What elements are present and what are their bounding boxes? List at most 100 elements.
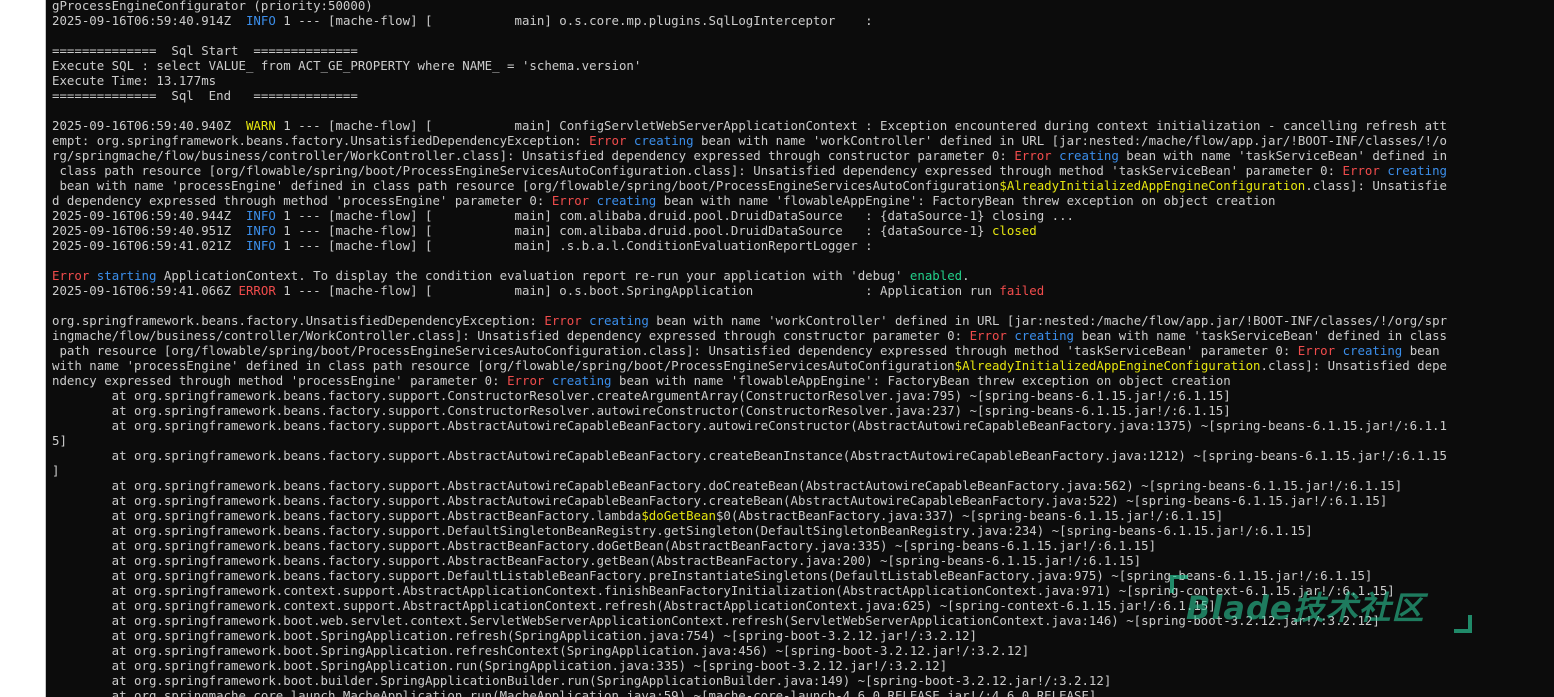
log-segment: creating: [1387, 163, 1448, 178]
log-line: Execute SQL : select VALUE_ from ACT_GE_…: [52, 58, 1552, 73]
log-segment: creating: [551, 373, 612, 388]
log-segment: 1 --- [mache-flow] [ main] .s.b.a.l.Cond…: [275, 238, 873, 253]
log-segment: WARN: [245, 118, 276, 133]
log-line: ]: [52, 463, 1552, 478]
log-line: empt: org.springframework.beans.factory.…: [52, 133, 1552, 148]
log-line: class path resource [org/flowable/spring…: [52, 163, 1552, 178]
log-line: ingmache/flow/business/controller/WorkCo…: [52, 328, 1552, 343]
log-segment: bean with name 'flowableAppEngine': Fact…: [656, 193, 1276, 208]
log-line: at org.springframework.context.support.A…: [52, 598, 1552, 613]
log-line: at org.springframework.beans.factory.sup…: [52, 418, 1552, 433]
log-segment: at org.springframework.beans.factory.sup…: [52, 508, 642, 523]
log-line: at org.springframework.beans.factory.sup…: [52, 523, 1552, 538]
log-segment: closed: [991, 223, 1037, 238]
terminal-window[interactable]: gProcessEngineConfigurator (priority:500…: [46, 0, 1554, 697]
log-segment: at org.springframework.boot.builder.Spri…: [52, 673, 1112, 688]
log-line: ============== Sql Start ==============: [52, 43, 1552, 58]
log-segment: at org.springframework.beans.factory.sup…: [52, 388, 1231, 403]
log-segment: path resource [org/flowable/spring/boot/…: [52, 343, 1298, 358]
log-segment: Execute Time: 13.177ms: [52, 73, 217, 88]
log-line: rg/springmache/flow/business/controller/…: [52, 148, 1552, 163]
log-segment: 2025-09-16T06:59:40.944Z: [52, 208, 246, 223]
log-segment: at org.springframework.beans.factory.sup…: [52, 568, 1373, 583]
log-segment: at org.springframework.context.support.A…: [52, 583, 1395, 598]
log-segment: 1 --- [mache-flow] [ main] com.alibaba.d…: [275, 223, 992, 238]
log-line: at org.springframework.boot.SpringApplic…: [52, 658, 1552, 673]
log-line: Error starting ApplicationContext. To di…: [52, 268, 1552, 283]
log-segment: at org.springmache.core.launch.MacheAppl…: [52, 688, 1097, 697]
log-segment: enabled: [909, 268, 963, 283]
log-segment: .: [962, 268, 970, 283]
log-line: at org.springframework.beans.factory.sup…: [52, 448, 1552, 463]
log-segment: bean with name 'taskServiceBean' defined…: [1074, 328, 1448, 343]
log-segment: [544, 373, 551, 388]
log-line: at org.springframework.beans.factory.sup…: [52, 388, 1552, 403]
log-line: 2025-09-16T06:59:41.021Z INFO 1 --- [mac…: [52, 238, 1552, 253]
log-line: at org.springframework.context.support.A…: [52, 583, 1552, 598]
log-segment: empt: org.springframework.beans.factory.…: [52, 133, 590, 148]
log-segment: org.springframework.beans.factory.Unsati…: [52, 313, 545, 328]
log-segment: creating: [1342, 343, 1403, 358]
log-line: 2025-09-16T06:59:41.066Z ERROR 1 --- [ma…: [52, 283, 1552, 298]
log-line: 2025-09-16T06:59:40.944Z INFO 1 --- [mac…: [52, 208, 1552, 223]
log-segment: Execute SQL : select VALUE_ from ACT_GE_…: [52, 58, 642, 73]
log-segment: $0(AbstractBeanFactory.java:337) ~[sprin…: [715, 508, 1224, 523]
log-line: at org.springframework.beans.factory.sup…: [52, 493, 1552, 508]
log-segment: bean with name 'processEngine' defined i…: [52, 178, 1000, 193]
log-segment: creating: [1059, 148, 1119, 163]
log-segment: at org.springframework.beans.factory.sup…: [52, 418, 1447, 433]
log-segment: ============== Sql End ==============: [52, 88, 358, 103]
log-segment: at org.springframework.beans.factory.sup…: [52, 493, 1388, 508]
log-line: at org.springframework.beans.factory.sup…: [52, 538, 1552, 553]
log-segment: with name 'processEngine' defined in cla…: [52, 358, 955, 373]
log-segment: bean: [1402, 343, 1440, 358]
log-segment: [89, 268, 96, 283]
log-line: gProcessEngineConfigurator (priority:500…: [52, 0, 1552, 13]
log-segment: $AlreadyInitializedAppEngineConfiguratio…: [954, 358, 1261, 373]
log-segment: 2025-09-16T06:59:41.021Z: [52, 238, 246, 253]
log-line: at org.springframework.boot.SpringApplic…: [52, 628, 1552, 643]
log-segment: bean with name 'flowableAppEngine': Fact…: [611, 373, 1231, 388]
log-segment: creating: [1014, 328, 1075, 343]
log-segment: [1335, 343, 1342, 358]
log-segment: creating: [589, 313, 649, 328]
log-line: at org.springframework.boot.SpringApplic…: [52, 643, 1552, 658]
log-segment: 1 --- [mache-flow] [ main] o.s.core.mp.p…: [275, 13, 873, 28]
log-segment: bean with name 'taskServiceBean' defined…: [1118, 148, 1448, 163]
log-line: 2025-09-16T06:59:40.914Z INFO 1 --- [mac…: [52, 13, 1552, 28]
log-segment: 2025-09-16T06:59:40.951Z: [52, 223, 246, 238]
log-segment: ERROR: [238, 283, 276, 298]
log-segment: creating: [633, 133, 694, 148]
log-segment: Error: [589, 133, 627, 148]
log-segment: INFO: [245, 223, 276, 238]
log-segment: at org.springframework.beans.factory.sup…: [52, 523, 1313, 538]
log-line: at org.springframework.beans.factory.sup…: [52, 403, 1552, 418]
log-segment: [589, 193, 596, 208]
log-segment: ingmache/flow/business/controller/WorkCo…: [52, 328, 970, 343]
log-segment: 2025-09-16T06:59:41.066Z: [52, 283, 239, 298]
log-segment: .class]: Unsatisfied depe: [1260, 358, 1448, 373]
log-segment: $doGetBean: [641, 508, 716, 523]
log-line: at org.springmache.core.launch.MacheAppl…: [52, 688, 1552, 697]
log-segment: at org.springframework.boot.SpringApplic…: [52, 643, 1030, 658]
log-segment: d dependency expressed through method 'p…: [52, 193, 552, 208]
log-segment: 2025-09-16T06:59:40.914Z: [52, 13, 246, 28]
log-segment: Error: [544, 313, 582, 328]
log-segment: [626, 133, 633, 148]
log-segment: at org.springframework.boot.SpringApplic…: [52, 658, 948, 673]
terminal-output[interactable]: gProcessEngineConfigurator (priority:500…: [52, 0, 1552, 697]
log-segment: starting: [96, 268, 157, 283]
log-line: ============== Sql End ==============: [52, 88, 1552, 103]
log-segment: Error: [551, 193, 590, 208]
log-segment: Error: [1014, 148, 1052, 163]
log-line: bean with name 'processEngine' defined i…: [52, 178, 1552, 193]
log-segment: at org.springframework.beans.factory.sup…: [52, 478, 1403, 493]
log-segment: Error: [52, 268, 90, 283]
log-segment: .class]: Unsatisfie: [1305, 178, 1448, 193]
log-segment: 5]: [52, 433, 67, 448]
log-segment: at org.springframework.beans.factory.sup…: [52, 403, 1231, 418]
log-segment: $AlreadyInitializedAppEngineConfiguratio…: [999, 178, 1306, 193]
log-segment: ]: [52, 463, 60, 478]
